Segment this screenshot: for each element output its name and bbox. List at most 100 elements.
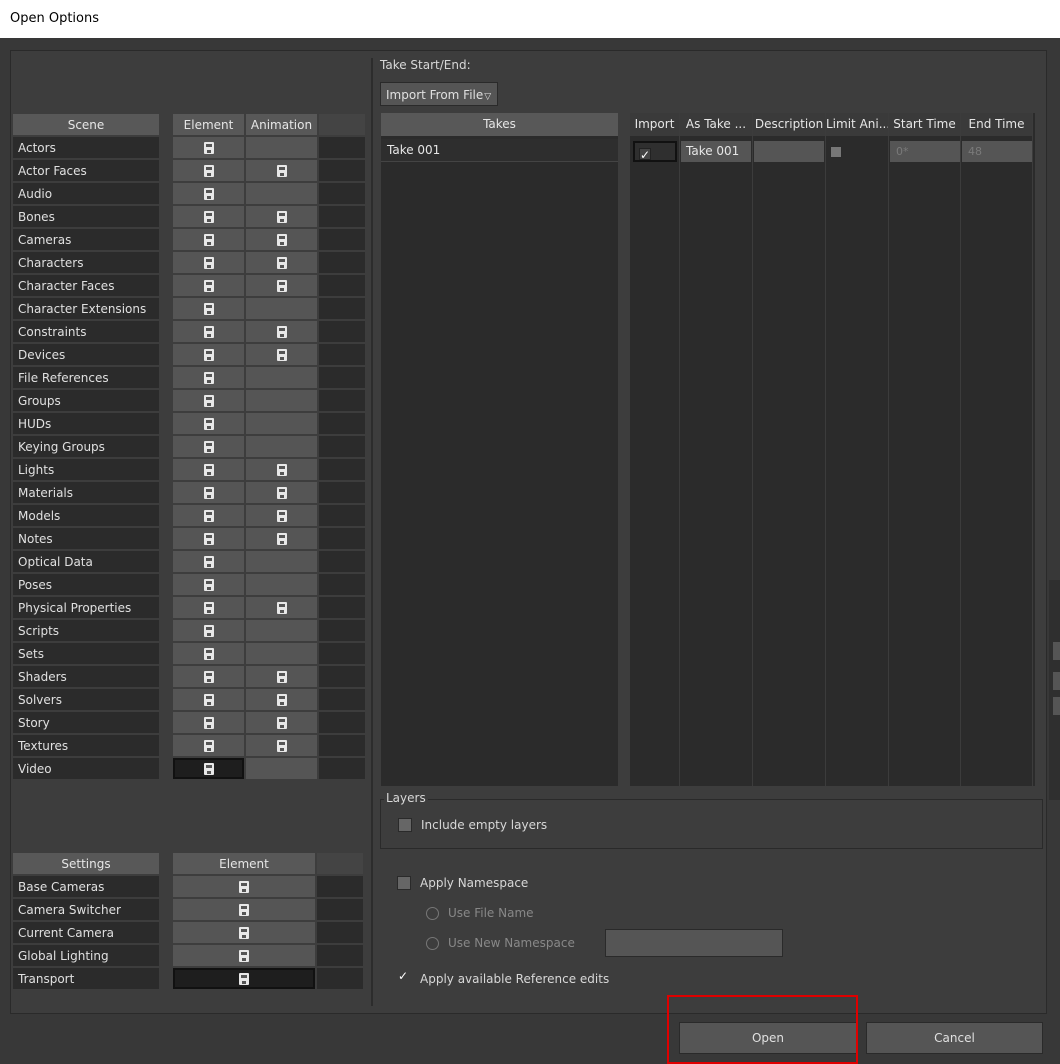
scene-row-label[interactable]: Audio [13, 183, 159, 204]
animation-toggle[interactable] [246, 160, 317, 181]
animation-toggle[interactable] [246, 321, 317, 342]
animation-toggle[interactable] [246, 229, 317, 250]
end-time-cell[interactable]: 48 [962, 141, 1032, 162]
use-new-namespace-radio[interactable] [426, 936, 439, 950]
description-column-header[interactable]: Description [753, 113, 825, 136]
take-list-item[interactable]: Take 001 [381, 139, 618, 162]
scene-row-label[interactable]: Character Extensions [13, 298, 159, 319]
panel-divider[interactable] [371, 58, 373, 1006]
scene-row-label[interactable]: Story [13, 712, 159, 733]
animation-toggle[interactable] [246, 275, 317, 296]
animation-toggle[interactable] [246, 551, 317, 572]
scene-row-label[interactable]: Scripts [13, 620, 159, 641]
scene-row-label[interactable]: Physical Properties [13, 597, 159, 618]
settings-element-toggle[interactable] [173, 876, 315, 897]
settings-row-label[interactable]: Base Cameras [13, 876, 159, 897]
scene-row-label[interactable]: Lights [13, 459, 159, 480]
settings-header[interactable]: Settings [13, 853, 159, 874]
scene-header[interactable]: Scene [13, 114, 159, 135]
settings-row-label[interactable]: Transport [13, 968, 159, 989]
animation-toggle[interactable] [246, 574, 317, 595]
cancel-button[interactable]: Cancel [866, 1022, 1043, 1054]
animation-toggle[interactable] [246, 436, 317, 457]
scene-row-label[interactable]: Poses [13, 574, 159, 595]
start-time-cell[interactable]: 0* [890, 141, 960, 162]
scene-row-label[interactable]: Cameras [13, 229, 159, 250]
animation-toggle[interactable] [246, 252, 317, 273]
use-file-name-option[interactable]: Use File Name [426, 906, 534, 920]
element-toggle[interactable] [173, 183, 244, 204]
include-empty-layers-option[interactable]: Include empty layers [398, 818, 547, 832]
element-toggle[interactable] [173, 551, 244, 572]
animation-toggle[interactable] [246, 413, 317, 434]
scene-row-label[interactable]: Solvers [13, 689, 159, 710]
animation-toggle[interactable] [246, 528, 317, 549]
settings-row-label[interactable]: Camera Switcher [13, 899, 159, 920]
animation-toggle[interactable] [246, 298, 317, 319]
takes-header[interactable]: Takes [381, 113, 618, 136]
limit-animation-column-header[interactable]: Limit Ani... [826, 113, 888, 136]
element-toggle[interactable] [173, 252, 244, 273]
apply-reference-edits-checkbox[interactable] [397, 969, 411, 986]
animation-toggle[interactable] [246, 758, 317, 779]
animation-toggle[interactable] [246, 344, 317, 365]
scene-row-label[interactable]: Optical Data [13, 551, 159, 572]
scene-row-label[interactable]: Devices [13, 344, 159, 365]
element-toggle[interactable] [173, 298, 244, 319]
element-toggle[interactable] [173, 321, 244, 342]
scene-row-label[interactable]: Characters [13, 252, 159, 273]
as-take-column-header[interactable]: As Take ... [680, 113, 752, 136]
animation-toggle[interactable] [246, 712, 317, 733]
use-new-namespace-option[interactable]: Use New Namespace [426, 936, 575, 950]
scene-row-label[interactable]: HUDs [13, 413, 159, 434]
element-toggle[interactable] [173, 137, 244, 158]
scene-row-label[interactable]: Textures [13, 735, 159, 756]
animation-toggle[interactable] [246, 206, 317, 227]
element-toggle[interactable] [173, 413, 244, 434]
element-toggle[interactable] [173, 735, 244, 756]
scene-row-label[interactable]: Actor Faces [13, 160, 159, 181]
element-toggle[interactable] [173, 229, 244, 250]
scene-row-label[interactable]: Bones [13, 206, 159, 227]
settings-element-header[interactable]: Element [173, 853, 315, 874]
element-toggle[interactable] [173, 459, 244, 480]
element-toggle[interactable] [173, 689, 244, 710]
scene-row-label[interactable]: Constraints [13, 321, 159, 342]
animation-toggle[interactable] [246, 597, 317, 618]
element-toggle[interactable] [173, 482, 244, 503]
scene-row-label[interactable]: Notes [13, 528, 159, 549]
animation-toggle[interactable] [246, 505, 317, 526]
element-toggle[interactable] [173, 344, 244, 365]
animation-toggle[interactable] [246, 689, 317, 710]
animation-toggle[interactable] [246, 367, 317, 388]
scene-row-label[interactable]: Models [13, 505, 159, 526]
description-cell[interactable] [754, 141, 824, 162]
import-column-header[interactable]: Import [630, 113, 679, 136]
scene-row-label[interactable]: Groups [13, 390, 159, 411]
animation-toggle[interactable] [246, 620, 317, 641]
settings-element-toggle[interactable] [173, 968, 315, 989]
end-time-column-header[interactable]: End Time [961, 113, 1032, 136]
limit-animation-checkbox[interactable] [830, 145, 842, 158]
include-empty-layers-checkbox[interactable] [398, 818, 412, 832]
element-toggle[interactable] [173, 206, 244, 227]
element-toggle[interactable] [173, 712, 244, 733]
element-toggle[interactable] [173, 528, 244, 549]
animation-toggle[interactable] [246, 482, 317, 503]
take-start-end-dropdown[interactable]: Import From File▽ [380, 82, 498, 106]
element-toggle[interactable] [173, 367, 244, 388]
scene-row-label[interactable]: Character Faces [13, 275, 159, 296]
animation-toggle[interactable] [246, 390, 317, 411]
element-toggle[interactable] [173, 758, 244, 779]
start-time-column-header[interactable]: Start Time [889, 113, 960, 136]
scene-row-label[interactable]: Keying Groups [13, 436, 159, 457]
element-toggle[interactable] [173, 160, 244, 181]
limit-animation-cell[interactable] [827, 141, 887, 162]
element-toggle[interactable] [173, 666, 244, 687]
scene-row-label[interactable]: Video [13, 758, 159, 779]
scene-row-label[interactable]: File References [13, 367, 159, 388]
element-toggle[interactable] [173, 597, 244, 618]
import-checkbox[interactable] [639, 145, 651, 166]
settings-row-label[interactable]: Global Lighting [13, 945, 159, 966]
animation-toggle[interactable] [246, 459, 317, 480]
